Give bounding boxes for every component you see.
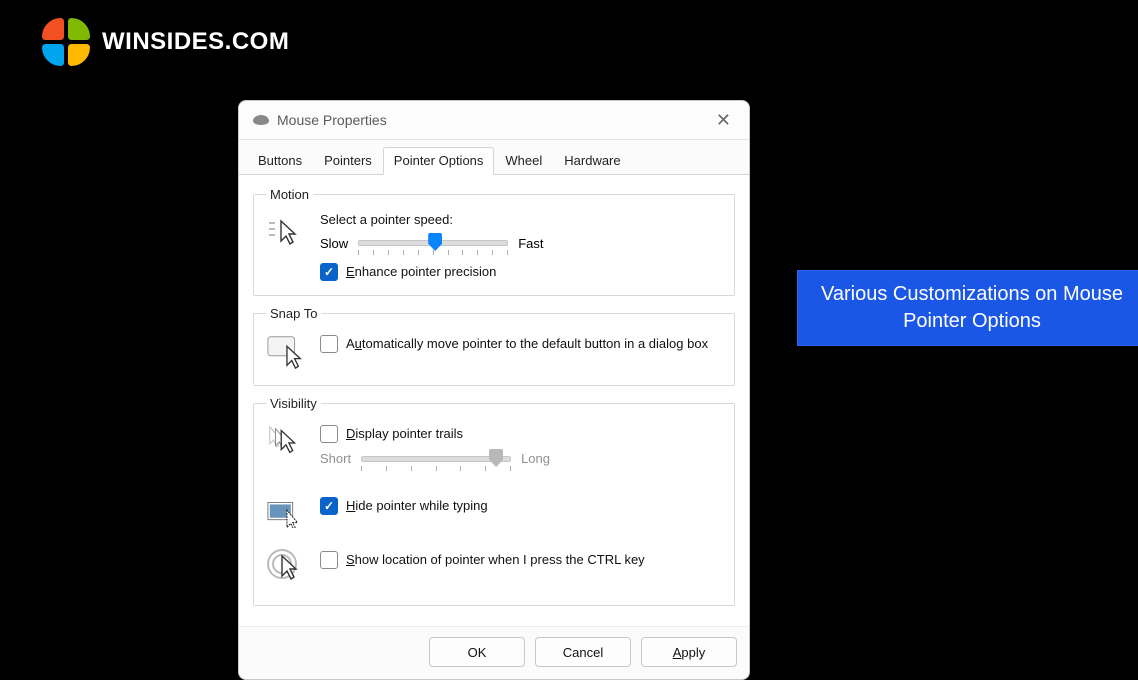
titlebar[interactable]: Mouse Properties ✕ [239,101,749,140]
speed-label: Select a pointer speed: [320,212,722,227]
fast-label: Fast [518,236,543,251]
tab-pointer-options[interactable]: Pointer Options [383,147,495,175]
long-label: Long [521,450,550,468]
tabstrip: Buttons Pointers Pointer Options Wheel H… [239,140,749,175]
annotation-callout: Various Customizations on Mouse Pointer … [797,270,1138,346]
group-visibility: Visibility Display pointer trails Short [253,396,735,606]
close-icon[interactable]: ✕ [710,109,737,131]
window-title: Mouse Properties [277,112,387,128]
hide-typing-label[interactable]: Hide pointer while typing [346,497,488,515]
group-motion: Motion Select a pointer speed: Slow Fas [253,187,735,296]
site-logo: WINSIDES.COM [42,18,289,66]
short-label: Short [320,450,351,468]
ok-button[interactable]: OK [429,637,525,667]
trails-checkbox[interactable] [320,425,338,443]
legend-visibility: Visibility [266,396,321,411]
logo-windows-icon [42,18,90,66]
enhance-precision-checkbox[interactable]: ✓ [320,263,338,281]
pointer-trails-icon [266,421,306,461]
legend-snapto: Snap To [266,306,321,321]
group-snapto: Snap To Automatically move pointer to th… [253,306,735,386]
dialog-buttons: OK Cancel Apply [239,626,749,679]
tab-pointers[interactable]: Pointers [313,147,383,175]
tab-panel-pointer-options: Motion Select a pointer speed: Slow Fas [239,175,749,626]
trails-length-slider [361,449,511,469]
ctrl-locate-label[interactable]: Show location of pointer when I press th… [346,551,645,569]
snapto-checkbox[interactable] [320,335,338,353]
logo-text: WINSIDES.COM [102,28,289,56]
slow-label: Slow [320,236,348,251]
mouse-properties-dialog: Mouse Properties ✕ Buttons Pointers Poin… [238,100,750,680]
tab-wheel[interactable]: Wheel [494,147,553,175]
mouse-icon [253,115,269,125]
cancel-button[interactable]: Cancel [535,637,631,667]
tab-hardware[interactable]: Hardware [553,147,631,175]
hide-typing-icon [266,493,306,533]
apply-button[interactable]: Apply [641,637,737,667]
trails-label[interactable]: Display pointer trails [346,425,463,443]
snapto-label[interactable]: Automatically move pointer to the defaul… [346,335,708,353]
ctrl-locate-icon [266,547,306,587]
enhance-precision-label[interactable]: Enhance pointer precision [346,263,496,281]
ctrl-locate-checkbox[interactable] [320,551,338,569]
legend-motion: Motion [266,187,313,202]
tab-buttons[interactable]: Buttons [247,147,313,175]
pointer-speed-icon [266,212,306,252]
hide-typing-checkbox[interactable]: ✓ [320,497,338,515]
snap-to-icon [266,331,306,371]
pointer-speed-slider[interactable] [358,233,508,253]
